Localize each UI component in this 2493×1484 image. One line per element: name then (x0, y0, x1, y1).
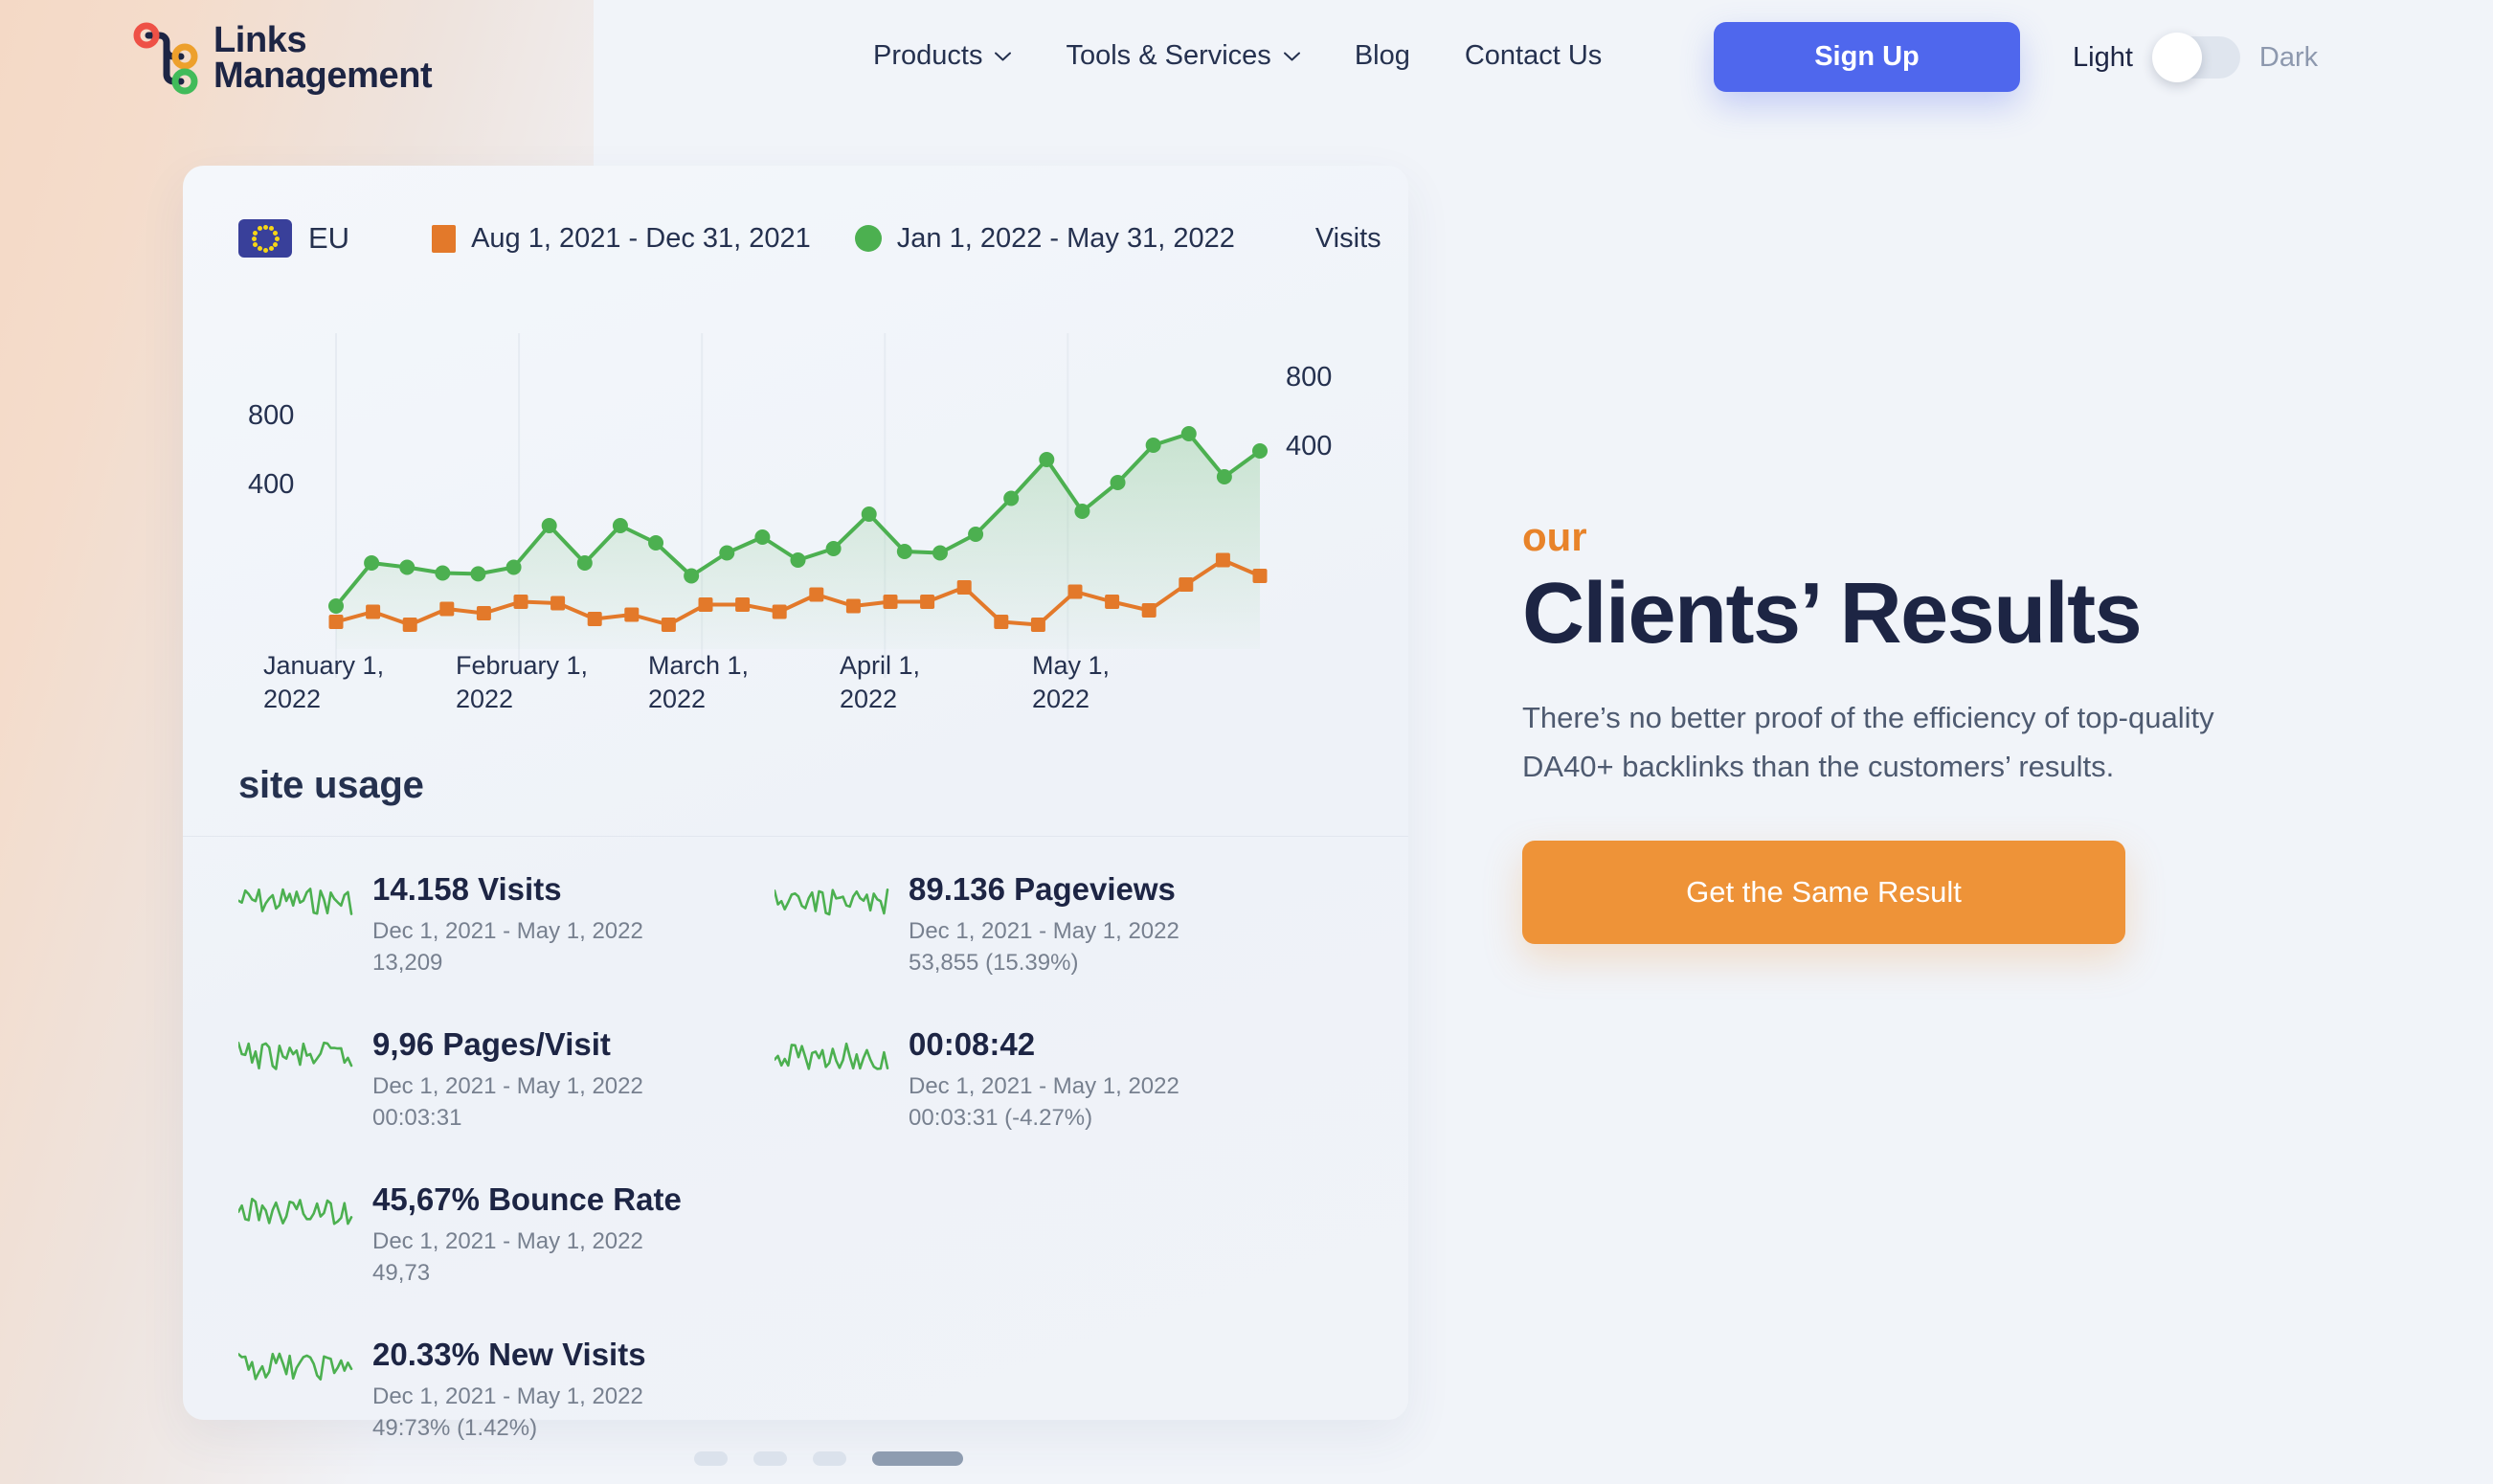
hero-description: There’s no better proof of the efficienc… (1522, 701, 2214, 783)
theme-dark-label: Dark (2258, 41, 2319, 73)
sparkline-icon (238, 880, 353, 922)
legend-item-previous-period[interactable]: Aug 1, 2021 - Dec 31, 2021 (432, 223, 811, 255)
chart-metric-label: Visits (1314, 222, 1381, 254)
metric-comparison: 13,209 (372, 949, 443, 976)
page-title: Clients’ Results (1522, 566, 2143, 662)
metric-comparison: 49,73 (372, 1259, 431, 1286)
x-axis-tick-apr: April 1, 2022 (840, 651, 921, 713)
metric-title: 89.136 Pageviews (909, 871, 1176, 907)
x-axis-tick-jan: January 1, 2022 (263, 651, 385, 713)
brand-name-line2: Management (213, 56, 433, 96)
metric-date-range: Dec 1, 2021 - May 1, 2022 (909, 917, 1179, 944)
metrics-column-left: 14.158 Visits Dec 1, 2021 - May 1, 2022 13… (238, 870, 775, 1484)
nav-label-tools-services: Tools & Services (1066, 40, 1271, 71)
get-the-same-result-button[interactable]: Get the Same Result (1522, 840, 2125, 944)
sparkline-icon (238, 1190, 353, 1232)
carousel-pagination (694, 1451, 963, 1466)
chevron-down-icon (1283, 52, 1300, 61)
site-header: Links Management Products Tools & Servic… (0, 0, 2493, 134)
metric-item: 89.136 Pageviews Dec 1, 2021 - May 1, 202… (775, 870, 1311, 991)
visits-line-chart (183, 333, 1408, 678)
metric-comparison: 00:03:31 (372, 1104, 462, 1131)
x-axis-tick-feb: February 1, 2022 (456, 651, 589, 713)
carousel-dot[interactable] (694, 1451, 728, 1466)
links-management-logo-icon (131, 21, 200, 96)
eu-flag-icon (238, 219, 292, 258)
brand-name-line1: Links (213, 20, 307, 61)
nav-item-products[interactable]: Products (873, 40, 1012, 72)
metric-title: 45,67% Bounce Rate (372, 1181, 682, 1217)
metric-date-range: Dec 1, 2021 - May 1, 2022 (909, 1072, 1179, 1099)
sign-up-button[interactable]: Sign Up (1714, 22, 2020, 92)
metrics-column-right: 89.136 Pageviews Dec 1, 2021 - May 1, 202… (775, 870, 1311, 1180)
hero-kicker: our (1522, 514, 1587, 559)
carousel-dot[interactable] (813, 1451, 846, 1466)
carousel-dot[interactable] (753, 1451, 787, 1466)
nav-label-products: Products (873, 40, 983, 71)
brand-name: Links Management (213, 20, 433, 96)
metric-comparison: 49:73% (1.42%) (372, 1414, 538, 1441)
metric-date-range: Dec 1, 2021 - May 1, 2022 (372, 1227, 643, 1254)
metric-item: 9,96 Pages/Visit Dec 1, 2021 - May 1, 202… (238, 1025, 775, 1146)
metric-title: 14.158 Visits (372, 871, 562, 907)
metric-item: 14.158 Visits Dec 1, 2021 - May 1, 2022 13… (238, 870, 775, 991)
legend-label-current: Jan 1, 2022 - May 31, 2022 (896, 222, 1235, 254)
nav-item-contact-us[interactable]: Contact Us (1465, 40, 1602, 72)
site-usage-title: site usage (238, 764, 424, 806)
metric-title: 9,96 Pages/Visit (372, 1026, 611, 1062)
legend-label-previous: Aug 1, 2021 - Dec 31, 2021 (471, 222, 811, 254)
sparkline-icon (775, 880, 889, 922)
x-axis-tick-may: May 1, 2022 (1032, 651, 1111, 713)
metric-date-range: Dec 1, 2021 - May 1, 2022 (372, 1072, 643, 1099)
section-divider (183, 836, 1408, 837)
region-label: EU (308, 221, 350, 255)
legend-item-current-period[interactable]: Jan 1, 2022 - May 31, 2022 (854, 222, 1235, 255)
metric-item: 45,67% Bounce Rate Dec 1, 2021 - May 1, 2… (238, 1180, 775, 1301)
landing-page: Links Management Products Tools & Servic… (0, 0, 2493, 1484)
sparkline-icon (238, 1345, 353, 1387)
metric-date-range: Dec 1, 2021 - May 1, 2022 (372, 1383, 643, 1409)
nav-label-contact-us: Contact Us (1464, 40, 1603, 71)
theme-toggle[interactable]: Light Dark (2073, 33, 2319, 82)
theme-switch-knob (2151, 33, 2202, 82)
x-axis-labels: January 1, 2022 February 1, 2022 March 1, 2… (183, 649, 1408, 726)
main-navigation: Products Tools & Services Blog Contact U… (873, 40, 1602, 72)
legend-circle-marker-icon (854, 225, 882, 252)
chevron-down-icon (995, 52, 1012, 61)
x-axis-tick-mar: March 1, 2022 (648, 651, 750, 713)
brand-logo[interactable]: Links Management (131, 20, 433, 96)
nav-item-tools-services[interactable]: Tools & Services (1066, 40, 1300, 72)
metric-comparison: 53,855 (15.39%) (909, 949, 1079, 976)
nav-label-blog: Blog (1354, 40, 1410, 71)
legend-square-marker-icon (432, 224, 457, 253)
theme-switch[interactable] (2151, 33, 2240, 82)
analytics-card: EU Aug 1, 2021 - Dec 31, 2021 Jan 1, 202… (183, 166, 1408, 1441)
carousel-dot-active[interactable] (872, 1451, 963, 1466)
sparkline-icon (775, 1035, 889, 1077)
metric-item: 20.33% New Visits Dec 1, 2021 - May 1, 20… (238, 1336, 775, 1456)
nav-item-blog[interactable]: Blog (1355, 40, 1410, 72)
theme-light-label: Light (2073, 41, 2133, 73)
metric-date-range: Dec 1, 2021 - May 1, 2022 (372, 917, 643, 944)
metric-comparison: 00:03:31 (-4.27%) (909, 1104, 1093, 1131)
chart-legend: EU Aug 1, 2021 - Dec 31, 2021 Jan 1, 202… (238, 219, 1381, 258)
hero-section: our Clients’ Results There’s no better p… (1522, 517, 2384, 944)
metric-title: 00:08:42 (909, 1026, 1036, 1062)
sparkline-icon (238, 1035, 353, 1077)
metric-item: 00:08:42 Dec 1, 2021 - May 1, 2022 00:03:3… (775, 1025, 1311, 1146)
metric-title: 20.33% New Visits (372, 1337, 646, 1372)
